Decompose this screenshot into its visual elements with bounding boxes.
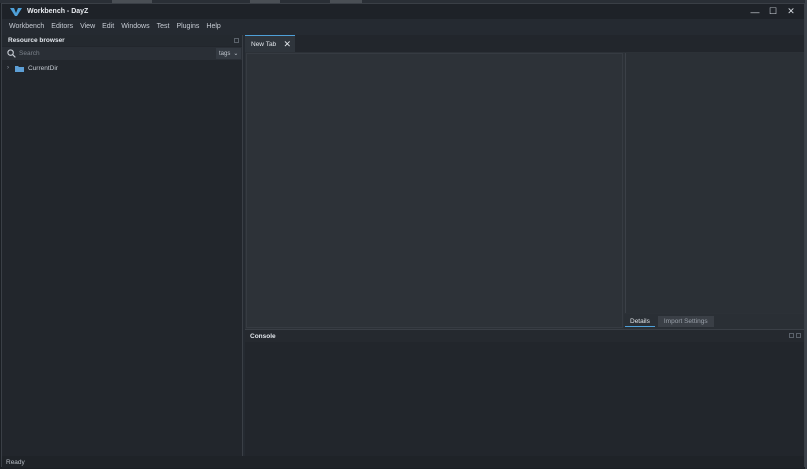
- tree-item-currentdir[interactable]: › CurrentDir: [2, 62, 242, 74]
- console-controls: [787, 333, 801, 338]
- menu-workbench[interactable]: Workbench: [9, 23, 44, 30]
- close-tab-icon[interactable]: ✕: [283, 39, 291, 50]
- menu-bar: Workbench Editors View Edit Windows Test…: [2, 20, 804, 33]
- editor-area: New Tab ✕ Details Import Settings: [245, 35, 804, 329]
- folder-icon: [15, 65, 24, 72]
- resource-browser-title: Resource browser: [8, 37, 65, 44]
- console-panel: Console: [245, 329, 804, 459]
- window-controls: — ☐ ✕: [746, 4, 800, 19]
- editor-viewport[interactable]: [246, 53, 623, 328]
- resource-browser-panel: Resource browser tags ⌄ › CurrentDir: [2, 35, 243, 459]
- title-bar[interactable]: Workbench - DayZ — ☐ ✕: [2, 4, 804, 19]
- expand-arrow-icon[interactable]: ›: [7, 65, 13, 71]
- console-close-icon[interactable]: [796, 333, 801, 338]
- tab-label: New Tab: [251, 40, 277, 48]
- chevron-down-icon: ⌄: [233, 51, 239, 57]
- menu-edit[interactable]: Edit: [102, 23, 114, 30]
- tree-item-label: CurrentDir: [28, 64, 58, 72]
- tags-dropdown[interactable]: tags ⌄: [216, 48, 241, 59]
- status-text: Ready: [6, 458, 25, 466]
- tab-details[interactable]: Details: [625, 316, 655, 327]
- minimize-button[interactable]: —: [746, 4, 764, 19]
- search-icon: [7, 49, 16, 58]
- console-title: Console: [250, 332, 276, 340]
- console-float-icon[interactable]: [789, 333, 794, 338]
- tab-new-tab[interactable]: New Tab ✕: [245, 35, 295, 52]
- menu-plugins[interactable]: Plugins: [176, 23, 199, 30]
- status-bar: Ready: [2, 456, 804, 468]
- menu-windows[interactable]: Windows: [121, 23, 149, 30]
- console-header: Console: [245, 330, 804, 342]
- menu-help[interactable]: Help: [206, 23, 220, 30]
- editor-tab-bar: New Tab ✕: [245, 35, 804, 52]
- tags-dropdown-label: tags: [219, 50, 231, 57]
- window-title: Workbench - DayZ: [27, 8, 89, 15]
- resource-browser-header: Resource browser: [2, 35, 242, 46]
- maximize-button[interactable]: ☐: [764, 4, 782, 19]
- tab-import-settings[interactable]: Import Settings: [657, 316, 714, 327]
- workbench-logo-icon: [10, 7, 22, 16]
- details-tab-bar: Details Import Settings: [624, 314, 804, 329]
- menu-view[interactable]: View: [80, 23, 95, 30]
- menu-test[interactable]: Test: [157, 23, 170, 30]
- details-panel: [625, 53, 804, 313]
- workbench-window: Workbench - DayZ — ☐ ✕ Workbench Editors…: [1, 3, 805, 468]
- resource-search-bar: tags ⌄: [2, 47, 242, 60]
- close-button[interactable]: ✕: [782, 4, 800, 19]
- panel-options-icon[interactable]: [234, 38, 239, 43]
- menu-editors[interactable]: Editors: [51, 23, 73, 30]
- search-input[interactable]: [19, 47, 214, 60]
